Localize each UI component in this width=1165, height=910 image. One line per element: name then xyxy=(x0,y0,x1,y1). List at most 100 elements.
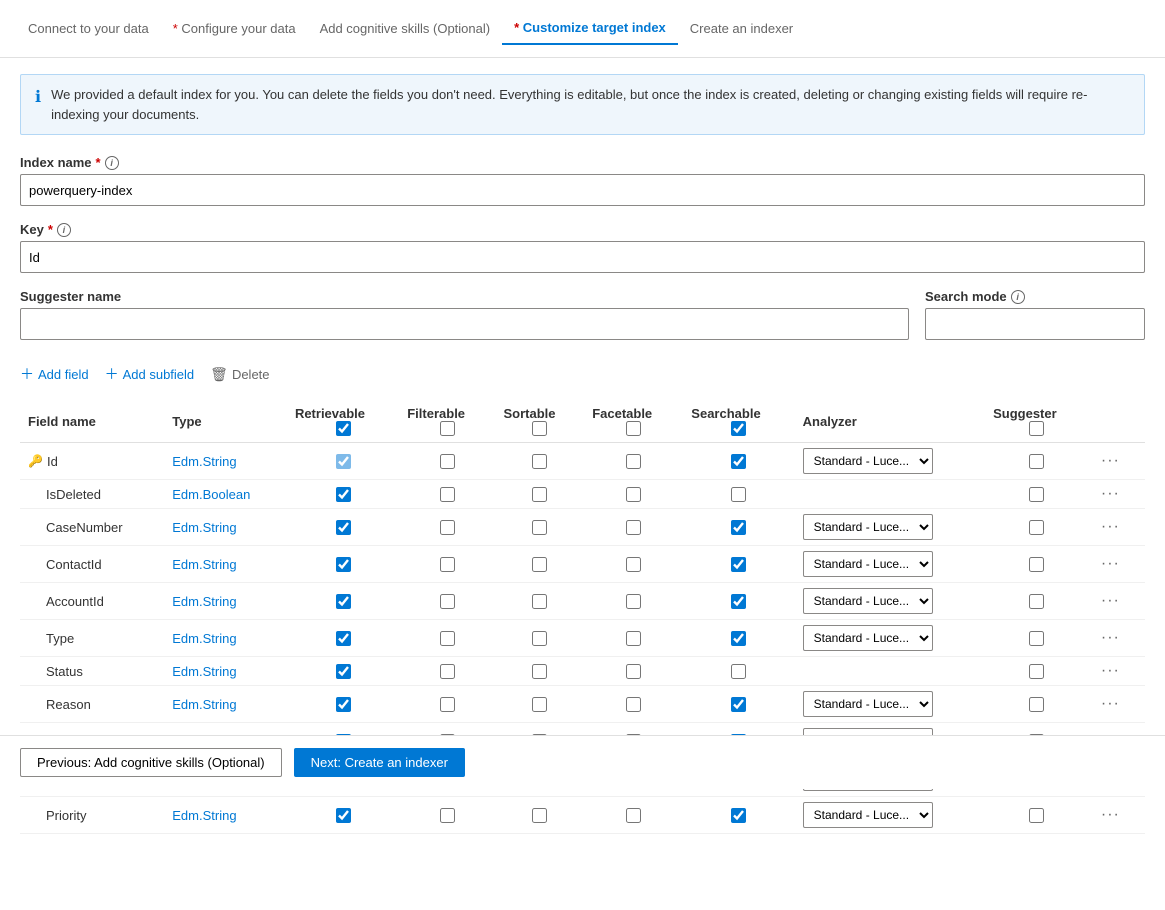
type-cell: Edm.String xyxy=(164,509,287,546)
analyzer-select[interactable]: Standard - Luce... xyxy=(803,691,933,717)
searchable-checkbox[interactable] xyxy=(731,664,746,679)
retrievable-checkbox[interactable] xyxy=(336,454,351,469)
searchable-checkbox[interactable] xyxy=(731,808,746,823)
delete-button[interactable]: 🗑 Delete xyxy=(210,362,269,387)
retrievable-checkbox[interactable] xyxy=(336,487,351,502)
search-mode-input[interactable] xyxy=(925,308,1145,340)
more-options-button[interactable]: ··· xyxy=(1097,660,1124,681)
facetable-checkbox[interactable] xyxy=(626,454,641,469)
nav-step-configure[interactable]: Configure your data xyxy=(161,13,308,44)
nav-step-indexer[interactable]: Create an indexer xyxy=(678,13,805,44)
searchable-checkbox[interactable] xyxy=(731,557,746,572)
analyzer-select[interactable]: Standard - Luce... xyxy=(803,588,933,614)
searchable-checkbox[interactable] xyxy=(731,487,746,502)
facetable-checkbox[interactable] xyxy=(626,697,641,712)
retrievable-checkbox[interactable] xyxy=(336,631,351,646)
sortable-checkbox[interactable] xyxy=(532,664,547,679)
header-cb-suggester[interactable] xyxy=(1029,421,1044,436)
index-name-input[interactable] xyxy=(20,174,1145,206)
retrievable-checkbox[interactable] xyxy=(336,557,351,572)
suggester-checkbox[interactable] xyxy=(1029,487,1044,502)
retrievable-checkbox[interactable] xyxy=(336,697,351,712)
suggester-row: Suggester name Search mode i xyxy=(20,289,1145,356)
header-cb-facetable[interactable] xyxy=(626,421,641,436)
add-field-button[interactable]: ＋ Add field xyxy=(20,360,89,388)
sortable-checkbox[interactable] xyxy=(532,557,547,572)
previous-button[interactable]: Previous: Add cognitive skills (Optional… xyxy=(20,748,282,777)
nav-step-customize[interactable]: Customize target index xyxy=(502,12,678,45)
retrievable-checkbox[interactable] xyxy=(336,594,351,609)
sortable-checkbox[interactable] xyxy=(532,697,547,712)
suggester-checkbox[interactable] xyxy=(1029,520,1044,535)
more-options-button[interactable]: ··· xyxy=(1097,590,1124,611)
suggester-checkbox[interactable] xyxy=(1029,808,1044,823)
table-row: 🔑IdEdm.StringStandard - Luce...··· xyxy=(20,443,1145,480)
sortable-checkbox[interactable] xyxy=(532,454,547,469)
more-options-button[interactable]: ··· xyxy=(1097,627,1124,648)
more-options-button[interactable]: ··· xyxy=(1097,483,1124,504)
filterable-checkbox[interactable] xyxy=(440,697,455,712)
filterable-checkbox[interactable] xyxy=(440,808,455,823)
key-info-icon[interactable]: i xyxy=(57,223,71,237)
analyzer-select[interactable]: Standard - Luce... xyxy=(803,448,933,474)
searchable-checkbox[interactable] xyxy=(731,594,746,609)
sortable-checkbox[interactable] xyxy=(532,520,547,535)
next-button[interactable]: Next: Create an indexer xyxy=(294,748,465,777)
facetable-checkbox[interactable] xyxy=(626,808,641,823)
sortable-checkbox[interactable] xyxy=(532,487,547,502)
more-options-button[interactable]: ··· xyxy=(1097,516,1124,537)
filterable-checkbox[interactable] xyxy=(440,594,455,609)
suggester-checkbox[interactable] xyxy=(1029,454,1044,469)
more-options-button[interactable]: ··· xyxy=(1097,450,1124,471)
retrievable-checkbox[interactable] xyxy=(336,808,351,823)
facetable-cell xyxy=(584,620,683,657)
filterable-checkbox[interactable] xyxy=(440,454,455,469)
filterable-checkbox[interactable] xyxy=(440,631,455,646)
index-name-info-icon[interactable]: i xyxy=(105,156,119,170)
analyzer-select[interactable]: Standard - Luce... xyxy=(803,802,933,828)
sortable-checkbox[interactable] xyxy=(532,631,547,646)
analyzer-select[interactable]: Standard - Luce... xyxy=(803,625,933,651)
facetable-checkbox[interactable] xyxy=(626,487,641,502)
retrievable-checkbox[interactable] xyxy=(336,520,351,535)
more-options-button[interactable]: ··· xyxy=(1097,804,1124,825)
filterable-checkbox[interactable] xyxy=(440,664,455,679)
suggester-checkbox[interactable] xyxy=(1029,557,1044,572)
analyzer-select[interactable]: Standard - Luce... xyxy=(803,551,933,577)
facetable-checkbox[interactable] xyxy=(626,631,641,646)
analyzer-select[interactable]: Standard - Luce... xyxy=(803,514,933,540)
searchable-checkbox[interactable] xyxy=(731,697,746,712)
filterable-checkbox[interactable] xyxy=(440,557,455,572)
suggester-input[interactable] xyxy=(20,308,909,340)
add-subfield-button[interactable]: ＋ Add subfield xyxy=(105,360,195,388)
suggester-checkbox[interactable] xyxy=(1029,664,1044,679)
header-cb-sortable[interactable] xyxy=(532,421,547,436)
suggester-checkbox[interactable] xyxy=(1029,697,1044,712)
suggester-checkbox[interactable] xyxy=(1029,594,1044,609)
nav-step-cognitive[interactable]: Add cognitive skills (Optional) xyxy=(308,13,503,44)
facetable-checkbox[interactable] xyxy=(626,664,641,679)
retrievable-cell xyxy=(287,686,399,723)
sortable-checkbox[interactable] xyxy=(532,808,547,823)
header-cb-searchable[interactable] xyxy=(731,421,746,436)
header-cb-filterable[interactable] xyxy=(440,421,455,436)
facetable-checkbox[interactable] xyxy=(626,594,641,609)
sortable-checkbox[interactable] xyxy=(532,594,547,609)
nav-step-connect[interactable]: Connect to your data xyxy=(16,13,161,44)
suggester-checkbox[interactable] xyxy=(1029,631,1044,646)
header-cb-retrievable[interactable] xyxy=(336,421,351,436)
searchable-checkbox[interactable] xyxy=(731,520,746,535)
searchable-checkbox[interactable] xyxy=(731,454,746,469)
facetable-checkbox[interactable] xyxy=(626,557,641,572)
more-options-button[interactable]: ··· xyxy=(1097,693,1124,714)
facetable-checkbox[interactable] xyxy=(626,520,641,535)
searchable-cell xyxy=(683,583,794,620)
filterable-checkbox[interactable] xyxy=(440,520,455,535)
field-name-cell: Status xyxy=(20,657,164,686)
filterable-checkbox[interactable] xyxy=(440,487,455,502)
search-mode-info-icon[interactable]: i xyxy=(1011,290,1025,304)
searchable-checkbox[interactable] xyxy=(731,631,746,646)
retrievable-checkbox[interactable] xyxy=(336,664,351,679)
more-options-button[interactable]: ··· xyxy=(1097,553,1124,574)
key-input[interactable] xyxy=(20,241,1145,273)
